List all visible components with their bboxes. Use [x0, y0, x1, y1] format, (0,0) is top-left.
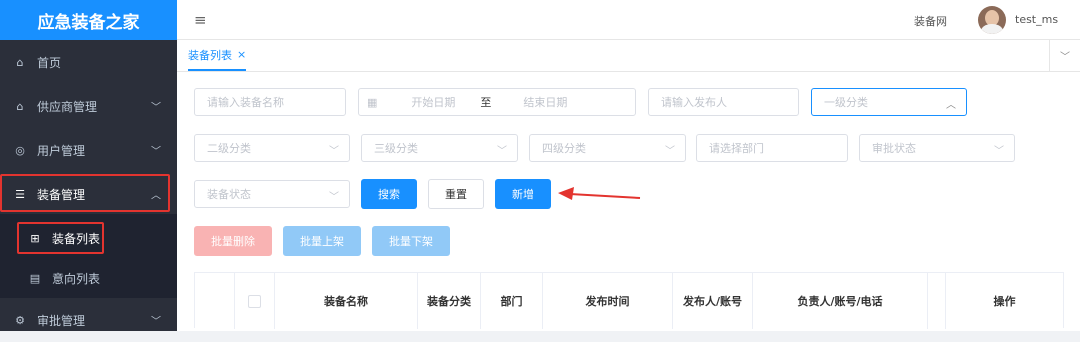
sidebar-item-label: 意向列表: [52, 271, 101, 286]
chevron-down-icon: ﹀: [151, 316, 161, 328]
sidebar-item-label: 供应商管理: [37, 99, 98, 114]
site-name[interactable]: 装备网: [914, 13, 947, 29]
column-header[interactable]: 发布时间: [543, 273, 673, 329]
select-all-checkbox[interactable]: [248, 294, 261, 308]
select-all-cell: [235, 273, 275, 329]
table-spacer-cell: [928, 273, 946, 329]
chevron-down-icon: ﹀: [497, 146, 507, 157]
sidebar: 应急装备之家 ⌂ 首页 ⌂ 供应商管理 ﹀ ◎ 用户管理 ﹀ ☰ 装备管理 ︿ …: [0, 0, 177, 331]
level4-category-select[interactable]: 四级分类 ﹀: [529, 134, 686, 162]
annotation-highlight-box: [17, 222, 104, 254]
tabs-dropdown-button[interactable]: ﹀: [1049, 40, 1080, 71]
column-header[interactable]: 负责人/账号/电话: [753, 273, 928, 329]
sidebar-item-intent-list[interactable]: ▤ 意向列表: [0, 256, 177, 300]
home-icon: ⌂: [16, 55, 24, 69]
sidebar-item-suppliers[interactable]: ⌂ 供应商管理 ﹀: [0, 84, 177, 128]
username[interactable]: test_ms: [1015, 13, 1058, 26]
end-date-placeholder: 结束日期: [523, 96, 568, 109]
chevron-down-icon: ﹀: [329, 146, 339, 157]
avatar[interactable]: [978, 6, 1006, 34]
annotation-highlight-box: [0, 174, 170, 212]
app-logo: 应急装备之家: [0, 0, 177, 40]
approval-icon: ⚙: [15, 313, 25, 327]
level2-category-select[interactable]: 二级分类 ﹀: [194, 134, 350, 162]
column-header[interactable]: 装备分类: [418, 273, 481, 329]
level1-category-select[interactable]: 一级分类 ︿: [811, 88, 967, 116]
sidebar-item-users[interactable]: ◎ 用户管理 ﹀: [0, 128, 177, 172]
placeholder: 三级分类: [374, 142, 418, 155]
hamburger-icon[interactable]: ≡: [194, 11, 207, 29]
table-spacer-cell: [195, 273, 235, 329]
department-select[interactable]: 请选择部门: [696, 134, 848, 162]
batch-shelve-button[interactable]: 批量上架: [283, 226, 361, 256]
tab-label: 装备列表: [188, 48, 232, 62]
approval-status-select[interactable]: 审批状态 ﹀: [859, 134, 1015, 162]
sidebar-item-home[interactable]: ⌂ 首页: [0, 40, 177, 84]
close-icon[interactable]: ×: [237, 48, 246, 61]
tab-equipment-list[interactable]: 装备列表 ×: [188, 40, 247, 71]
batch-unshelve-button[interactable]: 批量下架: [372, 226, 450, 256]
column-header[interactable]: 发布人/账号: [673, 273, 753, 329]
placeholder: 请输入发布人: [661, 96, 727, 109]
annotation-arrow: [558, 187, 641, 200]
equipment-status-select[interactable]: 装备状态 ﹀: [194, 180, 350, 208]
placeholder: 二级分类: [207, 142, 251, 155]
user-icon: ◎: [15, 143, 25, 157]
publisher-input[interactable]: 请输入发布人: [648, 88, 799, 116]
home-icon: ⌂: [16, 99, 24, 113]
search-button[interactable]: 搜索: [361, 179, 417, 209]
tabs-bar: 装备列表 × ﹀: [177, 40, 1080, 72]
column-header[interactable]: 部门: [481, 273, 543, 329]
sidebar-item-label: 首页: [37, 55, 62, 70]
chevron-down-icon: ﹀: [994, 146, 1004, 157]
add-button[interactable]: 新增: [495, 179, 551, 209]
column-header[interactable]: 装备名称: [275, 273, 418, 329]
sidebar-item-label: 用户管理: [37, 143, 86, 158]
start-date-placeholder: 开始日期: [411, 96, 456, 109]
placeholder: 四级分类: [542, 142, 586, 155]
equipment-name-input[interactable]: 请输入装备名称: [194, 88, 346, 116]
chevron-up-icon: ︿: [946, 100, 956, 111]
placeholder: 装备状态: [207, 188, 251, 201]
equipment-table: 装备名称 装备分类 部门 发布时间 发布人/账号 负责人/账号/电话 操作: [194, 272, 1064, 329]
placeholder: 一级分类: [824, 96, 868, 109]
document-icon: ▤: [29, 271, 41, 285]
date-range-picker[interactable]: ▦ 开始日期 至 结束日期: [358, 88, 636, 116]
sidebar-item-approval[interactable]: ⚙ 审批管理 ﹀: [0, 298, 177, 342]
top-bar: ≡ 装备网 test_ms: [177, 0, 1080, 40]
level3-category-select[interactable]: 三级分类 ﹀: [361, 134, 518, 162]
chevron-down-icon: ﹀: [151, 102, 161, 114]
chevron-down-icon: ﹀: [665, 146, 675, 157]
chevron-down-icon: ﹀: [329, 192, 339, 203]
placeholder: 请输入装备名称: [207, 96, 284, 109]
calendar-icon: ▦: [367, 95, 378, 109]
date-separator: 至: [480, 96, 492, 109]
placeholder: 请选择部门: [709, 142, 764, 155]
placeholder: 审批状态: [872, 142, 916, 155]
column-header[interactable]: 操作: [946, 273, 1063, 329]
batch-delete-button[interactable]: 批量删除: [194, 226, 272, 256]
chevron-down-icon: ﹀: [151, 146, 161, 158]
sidebar-item-label: 审批管理: [37, 313, 86, 328]
chevron-down-icon: ﹀: [1060, 52, 1070, 63]
reset-button[interactable]: 重置: [428, 179, 484, 209]
